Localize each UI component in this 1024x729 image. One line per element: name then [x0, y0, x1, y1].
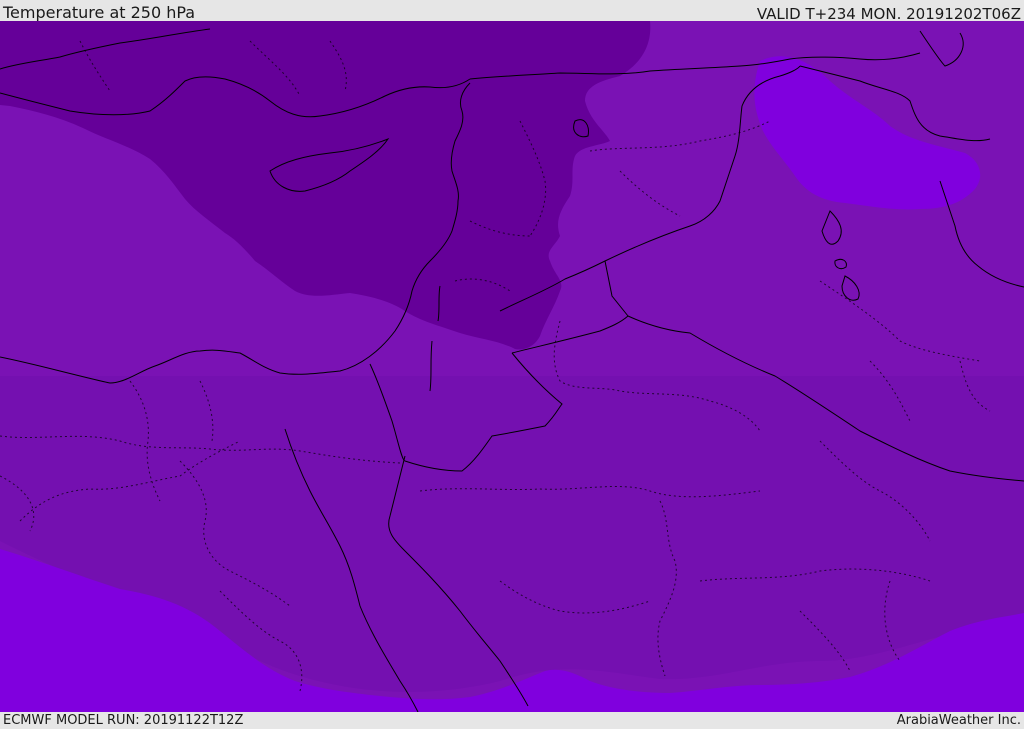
map-title: Temperature at 250 hPa	[3, 3, 196, 22]
model-run: ECMWF MODEL RUN: 20191122T12Z	[3, 713, 244, 728]
credit: ArabiaWeather Inc.	[896, 713, 1021, 728]
map-frame: Temperature at 250 hPa VALID T+234 MON. …	[0, 0, 1024, 729]
temperature-map	[0, 21, 1024, 712]
